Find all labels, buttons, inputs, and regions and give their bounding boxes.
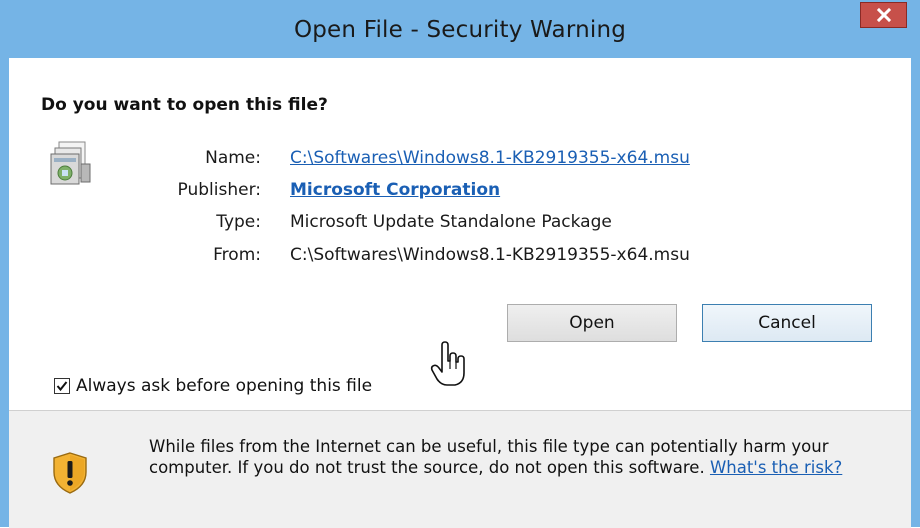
field-label-publisher: Publisher:: [177, 180, 261, 200]
field-row-publisher: Publisher: Microsoft Corporation: [9, 180, 889, 206]
always-ask-option[interactable]: Always ask before opening this file: [54, 375, 372, 397]
title-bar[interactable]: Open File - Security Warning: [9, 1, 911, 58]
field-label-from: From:: [213, 245, 261, 265]
warning-message: While files from the Internet can be use…: [149, 436, 889, 478]
open-button[interactable]: Open: [507, 304, 677, 342]
publisher-link[interactable]: Microsoft Corporation: [290, 180, 500, 200]
cancel-button[interactable]: Cancel: [702, 304, 872, 342]
field-label-name: Name:: [205, 148, 261, 168]
file-name-link[interactable]: C:\Softwares\Windows8.1-KB2919355-x64.ms…: [290, 148, 690, 168]
field-row-name: Name: C:\Softwares\Windows8.1-KB2919355-…: [9, 148, 889, 174]
security-warning-dialog: Open File - Security Warning Do you want…: [0, 0, 920, 528]
dialog-body: Do you want to open this file? Name: C:\…: [9, 58, 911, 528]
file-from-value: C:\Softwares\Windows8.1-KB2919355-x64.ms…: [290, 245, 690, 265]
field-row-type: Type: Microsoft Update Standalone Packag…: [9, 212, 889, 238]
shield-warning-icon: [53, 452, 87, 494]
always-ask-label[interactable]: Always ask before opening this file: [76, 376, 372, 396]
dialog-question: Do you want to open this file?: [41, 95, 328, 115]
file-type-value: Microsoft Update Standalone Package: [290, 212, 612, 232]
close-button[interactable]: [860, 2, 907, 28]
field-label-type: Type:: [216, 212, 261, 232]
whats-the-risk-link[interactable]: What's the risk?: [710, 458, 842, 477]
window-title: Open File - Security Warning: [293, 17, 627, 43]
hand-pointer-icon: [430, 341, 465, 386]
always-ask-checkbox[interactable]: [54, 378, 70, 394]
warning-panel: While files from the Internet can be use…: [9, 411, 911, 528]
field-row-from: From: C:\Softwares\Windows8.1-KB2919355-…: [9, 245, 889, 271]
close-icon: [876, 8, 891, 22]
checkmark-icon: [56, 381, 68, 392]
